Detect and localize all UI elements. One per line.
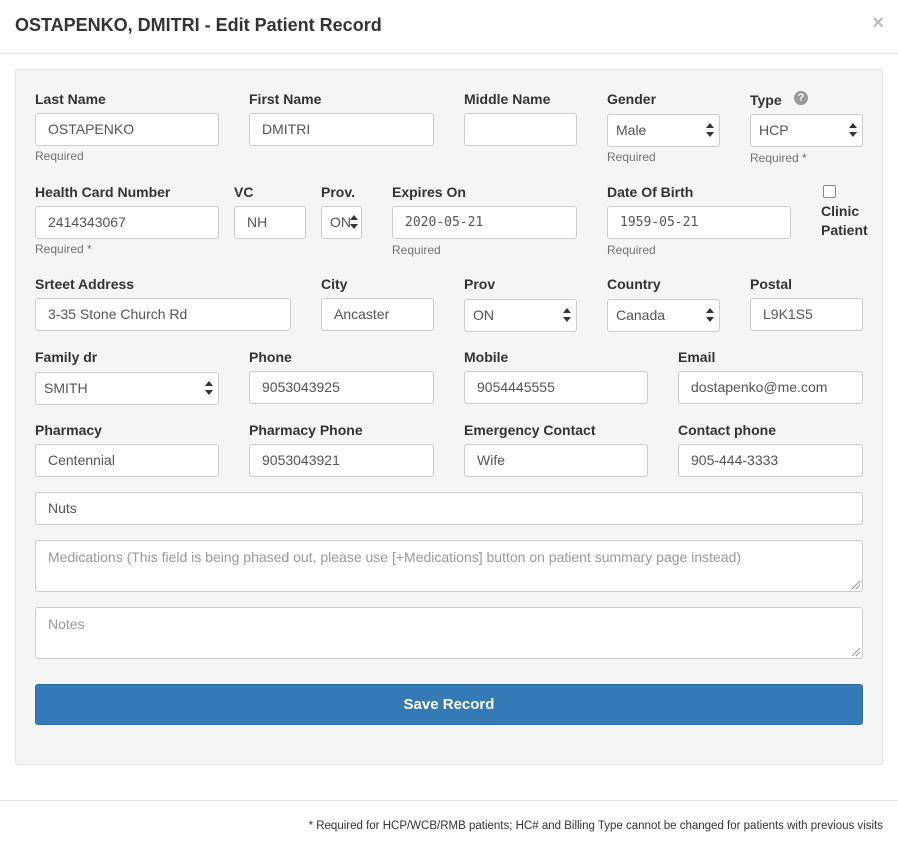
dob-input[interactable]: 1959-05-21 [607,206,791,239]
close-icon[interactable]: × [872,13,884,33]
country-label: Country [607,276,661,292]
first-name-label: First Name [249,91,322,107]
country-select[interactable]: Canada [607,299,720,332]
dob-label: Date Of Birth [607,184,694,200]
middle-name-label: Middle Name [464,91,551,107]
clinic-patient-label-2: Patient [821,222,868,238]
country-value: Canada [616,307,666,323]
save-record-button[interactable]: Save Record [35,684,863,725]
chevron-updown-icon [205,381,213,397]
family-dr-select[interactable]: SMITH [35,372,219,405]
chevron-updown-icon [706,308,714,324]
health-card-input[interactable]: 2414343067 [35,206,219,239]
modal-header: OSTAPENKO, DMITRI - Edit Patient Record … [0,0,898,54]
gender-select[interactable]: Male [607,114,720,147]
gender-label: Gender [607,91,657,107]
street-label: Srteet Address [35,276,135,292]
contact-phone-label: Contact phone [678,422,776,438]
last-name-required: Required [35,149,84,163]
chevron-updown-icon [849,123,857,139]
prov-select[interactable]: ON [464,299,577,332]
resize-grip-icon[interactable] [852,581,860,589]
allergies-input[interactable]: Nuts [35,492,863,525]
prov-card-value: ON [330,214,351,230]
chevron-updown-icon [563,308,571,324]
postal-label: Postal [750,276,793,292]
medications-placeholder: Medications (This field is being phased … [48,549,742,565]
gender-required: Required [607,150,656,164]
question-icon[interactable]: ? [794,91,808,105]
pharmacy-phone-input[interactable]: 9053043921 [249,444,434,477]
type-required: Required * [750,151,807,165]
patient-form-panel [15,69,883,765]
modal-footer: * Required for HCP/WCB/RMB patients; HC#… [0,800,898,849]
expires-on-input[interactable]: 2020-05-21 [392,206,577,239]
chevron-updown-icon [350,215,358,231]
medications-textarea[interactable]: Medications (This field is being phased … [35,540,863,592]
type-select[interactable]: HCP [750,114,863,147]
dob-required: Required [607,243,656,257]
notes-placeholder: Notes [48,616,85,632]
vc-label: VC [234,184,254,200]
prov-label: Prov [464,276,496,292]
phone-input[interactable]: 9053043925 [249,371,434,404]
resize-grip-icon[interactable] [852,648,860,656]
health-card-required: Required * [35,242,92,256]
vc-input[interactable]: NH [234,206,306,239]
gender-value: Male [616,122,647,138]
family-dr-value: SMITH [44,380,88,396]
footer-note: * Required for HCP/WCB/RMB patients; HC#… [308,820,883,832]
last-name-label: Last Name [35,91,106,107]
email-input[interactable]: dostapenko@me.com [678,371,863,404]
clinic-patient-label: Clinic [821,203,860,219]
city-input[interactable]: Ancaster [321,298,434,331]
emergency-contact-input[interactable]: Wife [464,444,648,477]
contact-phone-input[interactable]: 905-444-3333 [678,444,863,477]
email-label: Email [678,349,716,365]
last-name-input[interactable]: OSTAPENKO [35,113,219,146]
notes-textarea[interactable]: Notes [35,607,863,659]
family-dr-label: Family dr [35,349,98,365]
prov-value: ON [473,307,494,323]
clinic-patient-checkbox[interactable] [823,185,836,198]
chevron-updown-icon [706,123,714,139]
pharmacy-label: Pharmacy [35,422,102,438]
expires-on-label: Expires On [392,184,466,200]
middle-name-input[interactable] [464,113,577,146]
type-value: HCP [759,122,789,138]
emergency-contact-label: Emergency Contact [464,422,596,438]
mobile-input[interactable]: 9054445555 [464,371,648,404]
prov-card-label: Prov. [321,184,355,200]
phone-label: Phone [249,349,292,365]
first-name-input[interactable]: DMITRI [249,113,434,146]
health-card-label: Health Card Number [35,184,171,200]
city-label: City [321,276,348,292]
postal-input[interactable]: L9K1S5 [750,298,863,331]
prov-card-select[interactable]: ON [321,206,362,239]
pharmacy-phone-label: Pharmacy Phone [249,422,363,438]
type-label: Type [750,92,782,108]
expires-on-required: Required [392,243,441,257]
page-title: OSTAPENKO, DMITRI - Edit Patient Record [15,15,382,35]
street-input[interactable]: 3-35 Stone Church Rd [35,298,291,331]
pharmacy-input[interactable]: Centennial [35,444,219,477]
mobile-label: Mobile [464,349,509,365]
